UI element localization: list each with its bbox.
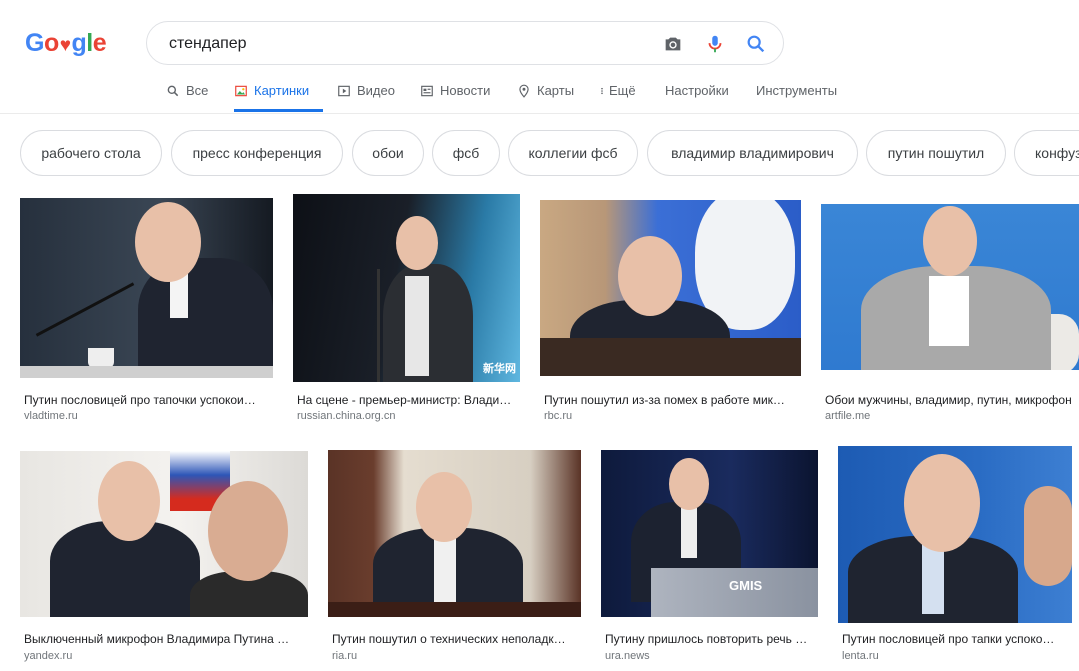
result-thumbnail[interactable]: GMIS [601, 450, 818, 617]
person-head [416, 472, 472, 542]
search-box[interactable] [146, 21, 784, 65]
tab-maps[interactable]: Карты [517, 80, 574, 112]
result-thumbnail[interactable] [838, 446, 1072, 623]
shirt [922, 544, 944, 614]
person-head [618, 236, 682, 316]
result-caption[interactable]: Путин пословицей про тапки успоко… [842, 632, 1070, 646]
result-thumbnail[interactable] [821, 204, 1079, 370]
result-thumbnail[interactable] [540, 200, 801, 376]
person-head [208, 481, 288, 581]
suggestion-chip[interactable]: пресс конференция [171, 130, 343, 176]
tab-label: Инструменты [756, 83, 838, 98]
tab-tools[interactable]: Инструменты [756, 80, 837, 112]
camera-icon[interactable] [662, 33, 684, 55]
table-edge [20, 366, 273, 378]
more-vertical-icon [601, 87, 603, 95]
search-icon[interactable] [745, 33, 767, 55]
heart-icon: ♥ [59, 35, 71, 56]
image-result[interactable]: Путин пословицей про тапочки успокои… vl… [20, 198, 273, 428]
image-result[interactable]: Путин пошутил из-за помех в работе мик… … [540, 200, 801, 428]
podium [540, 338, 801, 376]
tab-images[interactable]: Картинки [234, 80, 323, 112]
header-divider [0, 113, 1079, 114]
result-source[interactable]: artfile.me [825, 410, 870, 422]
result-thumbnail[interactable] [20, 198, 273, 378]
person-head [904, 454, 980, 552]
tab-label: Ещё [609, 83, 636, 98]
logo-letter: G [25, 29, 44, 57]
image-icon [235, 85, 247, 97]
suggestion-chip[interactable]: конфуз [1014, 130, 1079, 176]
tab-label: Настройки [665, 83, 729, 98]
logo-letter: o [43, 29, 59, 57]
search-input[interactable] [167, 32, 651, 56]
microphone-stand [377, 269, 380, 382]
tab-label: Карты [537, 83, 575, 98]
result-source[interactable]: russian.china.org.cn [297, 410, 395, 422]
logo-letter: g [71, 29, 87, 57]
tab-label: Все [186, 83, 209, 98]
result-thumbnail[interactable] [20, 451, 308, 617]
tab-all[interactable]: Все [166, 80, 208, 112]
podium [328, 602, 581, 617]
tab-more[interactable]: Ещё [598, 80, 636, 112]
tab-label: Картинки [254, 83, 310, 98]
result-caption[interactable]: Путину пришлось повторить речь … [605, 632, 816, 646]
result-thumbnail[interactable] [328, 450, 581, 617]
tab-label: Новости [440, 83, 491, 98]
result-caption[interactable]: Обои мужчины, владимир, путин, микрофон [825, 393, 1079, 407]
result-source[interactable]: ura.news [605, 650, 650, 662]
tab-settings[interactable]: Настройки [665, 80, 729, 112]
image-result[interactable]: Выключенный микрофон Владимира Путина … … [20, 451, 308, 671]
microphone-stand [35, 282, 135, 337]
suggestion-chip[interactable]: обои [352, 130, 424, 176]
image-result[interactable]: Путин пошутил о технических неполадк… ri… [328, 450, 581, 671]
podium-label: GMIS [729, 578, 763, 593]
result-source[interactable]: ria.ru [332, 650, 357, 662]
suggestion-chip[interactable]: владимир владимирович [647, 130, 858, 176]
shirt [405, 276, 429, 376]
tab-video[interactable]: Видео [337, 80, 395, 112]
search-icon [167, 85, 179, 97]
suggestion-chip[interactable]: рабочего стола [20, 130, 162, 176]
watermark: 新华网 [483, 363, 516, 375]
shirt [929, 276, 969, 346]
raised-hand [1024, 486, 1072, 586]
image-result[interactable]: Путин пословицей про тапки успоко… lenta… [838, 446, 1072, 671]
shirt [434, 534, 456, 604]
tab-news[interactable]: Новости [420, 80, 490, 112]
cup [88, 348, 114, 368]
news-icon [421, 85, 433, 97]
result-source[interactable]: vladtime.ru [24, 410, 78, 422]
person-head [396, 216, 438, 270]
result-source[interactable]: lenta.ru [842, 650, 879, 662]
result-caption[interactable]: Путин пословицей про тапочки успокои… [24, 393, 271, 407]
suggestion-chip[interactable]: фсб [432, 130, 500, 176]
image-result[interactable]: Обои мужчины, владимир, путин, микрофон … [821, 204, 1079, 428]
map-pin-icon [519, 84, 529, 98]
search-tabs: Все Картинки Видео Новости Карты Ещё Нас… [0, 80, 1079, 112]
result-source[interactable]: rbc.ru [544, 410, 572, 422]
suggestion-chip[interactable]: коллегии фсб [508, 130, 638, 176]
result-caption[interactable]: Путин пошутил о технических неполадк… [332, 632, 579, 646]
video-icon [338, 85, 350, 97]
microphone-icon[interactable] [704, 33, 726, 55]
suggestion-chip[interactable]: путин пошутил [866, 130, 1006, 176]
person-head [135, 202, 201, 282]
google-logo[interactable]: Go♥gle [25, 29, 107, 58]
logo-letter: e [92, 29, 107, 57]
result-source[interactable]: yandex.ru [24, 650, 72, 662]
image-result[interactable]: 新华网 На сцене - премьер-министр: Влади… r… [293, 194, 520, 428]
result-thumbnail[interactable]: 新华网 [293, 194, 520, 382]
person-head [98, 461, 160, 541]
result-caption[interactable]: Путин пошутил из-за помех в работе мик… [544, 393, 797, 407]
result-caption[interactable]: Выключенный микрофон Владимира Путина … [24, 632, 306, 646]
person-head [923, 206, 977, 276]
image-result[interactable]: GMIS Путину пришлось повторить речь … ur… [601, 450, 818, 671]
result-caption[interactable]: На сцене - премьер-министр: Влади… [297, 393, 518, 407]
person-head [669, 458, 709, 510]
shirt [681, 508, 697, 558]
tab-label: Видео [357, 83, 395, 98]
